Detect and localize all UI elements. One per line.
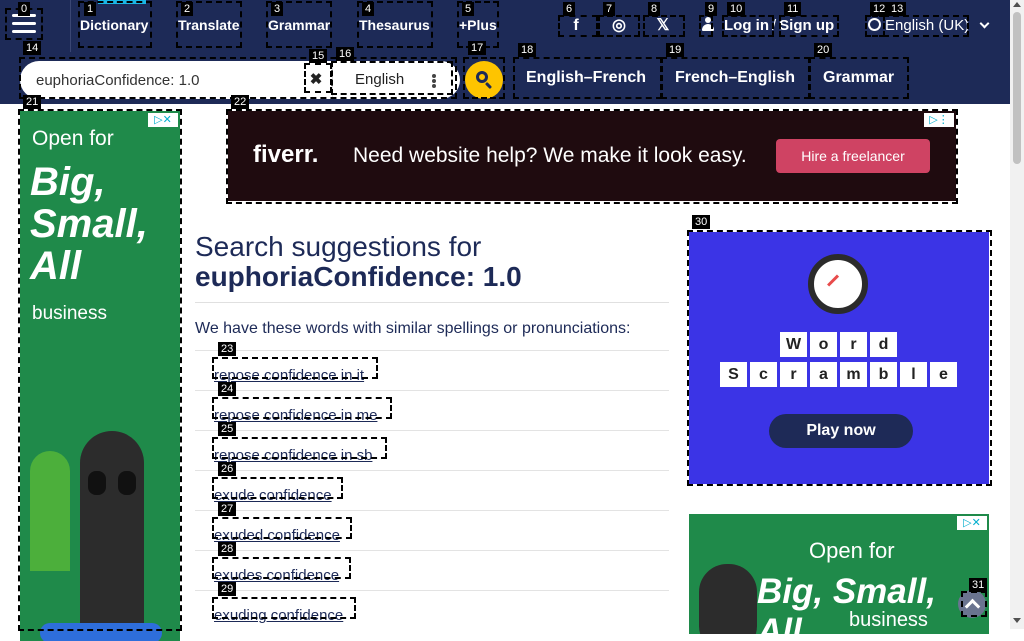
mark-label: 6: [563, 2, 576, 16]
mark-label: 9: [705, 2, 718, 16]
mark-label: 3: [271, 2, 284, 16]
scroll-up-icon[interactable]: [1013, 2, 1021, 7]
mark-box: [961, 591, 987, 617]
mark-box: [598, 15, 640, 37]
mark-label: 11: [784, 2, 802, 16]
mark-label: 23: [218, 342, 237, 356]
mark-box: [661, 57, 810, 99]
mark-label: 24: [218, 382, 237, 396]
mark-box: [463, 57, 505, 99]
mark-label: 19: [666, 43, 685, 57]
mark-label: 13: [888, 2, 907, 16]
mark-label: 25: [218, 422, 237, 436]
mark-label: 17: [468, 41, 487, 55]
mark-box: [18, 109, 182, 631]
mark-label: 18: [518, 43, 537, 57]
mark-label: 0: [18, 2, 31, 16]
mark-box: [883, 15, 969, 37]
mark-box: [513, 57, 662, 99]
mark-label: 1: [84, 2, 97, 16]
mark-label: 4: [362, 2, 375, 16]
mark-box: [212, 477, 343, 499]
ad-choices-icon[interactable]: ▷✕: [957, 516, 987, 530]
mark-label: 27: [218, 502, 237, 516]
mark-box: [865, 15, 885, 37]
mark-label: 30: [692, 215, 711, 229]
mark-box: [212, 397, 392, 419]
scroll-thumb[interactable]: [1013, 12, 1021, 164]
mark-label: 28: [218, 542, 237, 556]
page-scrollbar[interactable]: [1010, 0, 1024, 629]
ad-speaker-image: [699, 564, 757, 634]
title-query: euphoriaConfidence: 1.0: [195, 261, 522, 292]
mark-box: [779, 15, 839, 37]
mark-label: 15: [309, 49, 328, 63]
scroll-down-icon[interactable]: [1013, 618, 1021, 623]
mark-label: 22: [231, 95, 250, 109]
mark-box: [304, 63, 332, 93]
mark-label: 8: [648, 2, 661, 16]
mark-label: 31: [969, 578, 988, 592]
mark-box: [212, 437, 387, 459]
mark-box: [212, 597, 356, 619]
mark-label: 21: [23, 95, 42, 109]
ad-line1: Open for: [809, 538, 895, 563]
mark-box: [699, 15, 713, 37]
mark-box: [643, 15, 685, 37]
mark-box: [226, 109, 958, 204]
top-navigation: Dictionary Translate Grammar Thesaurus +…: [0, 0, 1010, 52]
title-prefix: Search suggestions for: [195, 231, 482, 262]
chevron-down-icon: [979, 18, 990, 29]
mark-label: 10: [727, 2, 746, 16]
mark-label: 26: [218, 462, 237, 476]
mark-label: 12: [870, 2, 889, 16]
mark-label: 7: [603, 2, 616, 16]
mark-box: [212, 557, 351, 579]
title-divider: [195, 302, 669, 303]
mark-label: 16: [336, 47, 355, 61]
mark-box: [687, 230, 992, 486]
mark-box: [212, 517, 352, 539]
mark-box: [558, 15, 598, 37]
right-ad-banner[interactable]: ▷✕ Open for Big, Small, All business: [689, 514, 989, 634]
mark-label: 5: [462, 2, 475, 16]
mark-box: [722, 15, 774, 37]
mark-label: 20: [814, 43, 833, 57]
mark-box: [212, 357, 378, 379]
suggestions-intro: We have these words with similar spellin…: [195, 320, 631, 337]
mark-label: 14: [23, 41, 42, 55]
mark-box: [809, 57, 909, 99]
mark-box: [331, 61, 453, 95]
page-title: Search suggestions for euphoriaConfidenc…: [195, 232, 522, 292]
nav-divider: [70, 0, 71, 52]
mark-label: 29: [218, 582, 237, 596]
mark-label: 2: [181, 2, 194, 16]
